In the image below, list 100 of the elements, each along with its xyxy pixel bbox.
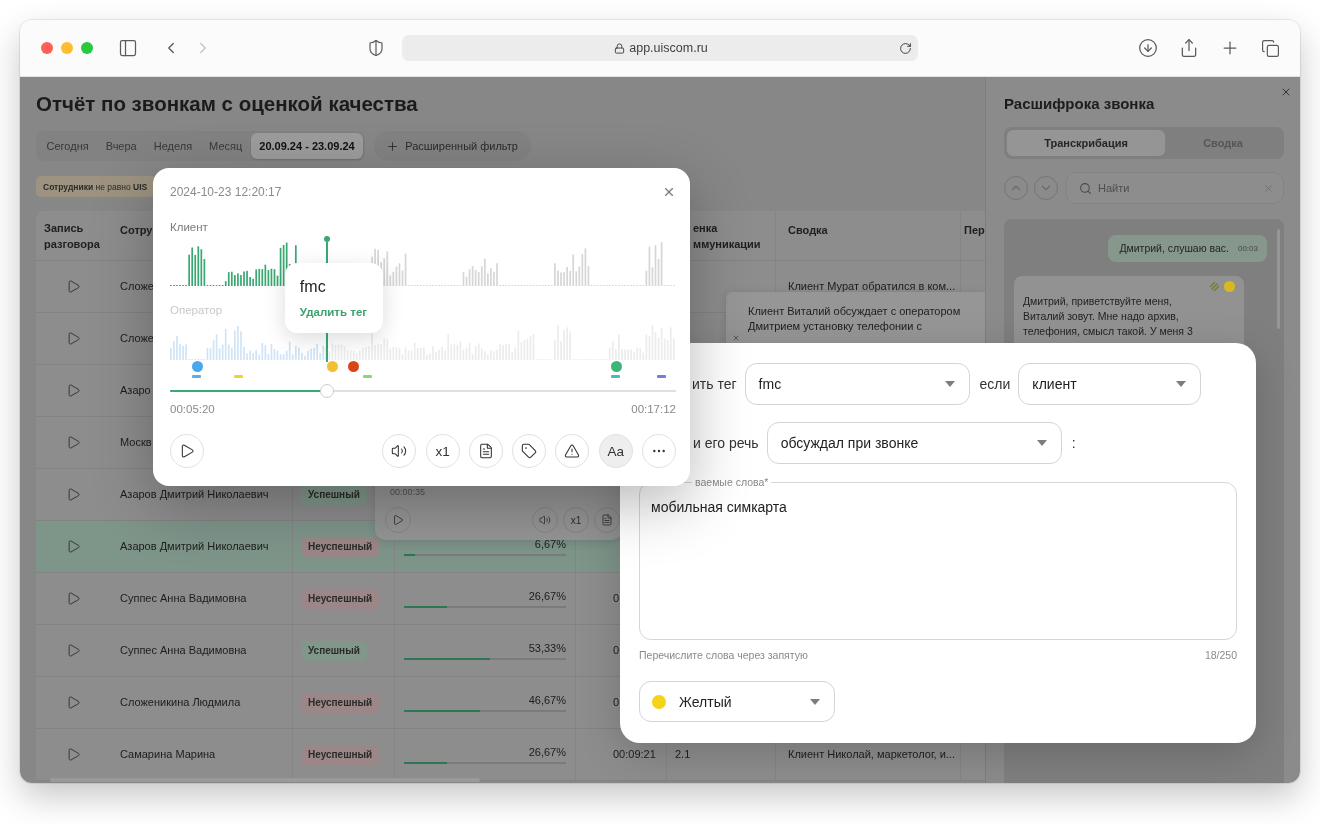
condition-select[interactable]: обсуждал при звонке (766, 422, 1062, 464)
panel-tab[interactable]: Транскрибация (1007, 130, 1165, 156)
share-icon[interactable] (1179, 38, 1199, 58)
status-badge: Неуспешный (301, 744, 380, 765)
employee-name: Сложеникина Людмила (120, 696, 241, 709)
char-counter: 18/250 (1204, 648, 1237, 662)
employee-name: Суппес Анна Вадимовна (120, 644, 247, 657)
close-icon[interactable] (1280, 86, 1292, 98)
lock-icon (614, 42, 626, 54)
zoom-window-button[interactable] (81, 42, 93, 54)
column-header: енка ммуникации (693, 221, 762, 252)
play-icon[interactable] (65, 643, 81, 658)
message-text: Дмитрий, приветствуйте меня, Виталий зовут. Мне надо архив, телефония, смысл такой. У меня 3 (1023, 294, 1194, 339)
close-icon[interactable] (662, 185, 676, 199)
status-badge: Неуспешный (301, 692, 380, 713)
duration-text: 0 (613, 592, 620, 605)
period-tab[interactable]: Неделя (145, 133, 201, 159)
column-header: Сводка (788, 223, 828, 238)
speed-button[interactable]: x1 (425, 434, 460, 468)
play-icon (392, 514, 404, 526)
call-date: 2024-10-23 12:20:17 (170, 184, 282, 200)
shield-icon[interactable] (367, 39, 385, 57)
period-tab[interactable]: 20.09.24 - 23.09.24 (250, 133, 364, 159)
status-badge: Успешный (301, 640, 367, 661)
close-window-button[interactable] (41, 42, 53, 54)
rating-value: 2.1 (675, 748, 691, 761)
field-label: и его речь (693, 435, 759, 451)
font-button[interactable]: Aa (598, 434, 633, 468)
slider-thumb[interactable] (319, 384, 334, 398)
minimize-window-button[interactable] (61, 42, 73, 54)
caret-icon (810, 698, 820, 705)
search-icon (1079, 181, 1092, 195)
search-field[interactable]: Найти (1066, 172, 1284, 204)
hint-text: Перечислите слова через запятую (639, 648, 808, 662)
tag-select[interactable]: fmc (744, 363, 970, 405)
remove-tag-link[interactable]: Удалить тег (299, 305, 368, 319)
speaker-icon (539, 514, 551, 526)
play-icon[interactable] (65, 487, 81, 502)
colon-label: : (1071, 435, 1076, 451)
elapsed-time: 00:05:20 (170, 402, 215, 416)
search-input[interactable]: Найти (1098, 182, 1257, 194)
tag-icon (521, 443, 538, 459)
column-header: Запись разговора (44, 221, 101, 252)
play-icon[interactable] (65, 435, 81, 450)
score-value: 26,67% (528, 589, 566, 603)
period-tab[interactable]: Месяц (200, 133, 251, 159)
employee-name: Сложе (120, 332, 154, 345)
tag-marker-icon[interactable] (327, 361, 339, 372)
color-select[interactable]: Желтый (639, 681, 835, 722)
tag-name: fmc (299, 277, 326, 297)
tag-button[interactable] (512, 434, 547, 468)
play-icon[interactable] (65, 279, 81, 294)
play-icon[interactable] (65, 591, 81, 606)
message-time: 00:03 (1237, 244, 1258, 253)
period-tab[interactable]: Вчера (97, 133, 146, 159)
employee-name: Самарина Марина (120, 748, 216, 761)
duration-text: 0 (613, 696, 620, 709)
download-icon[interactable] (1138, 38, 1158, 58)
summary-text: Клиент Мурат обратился в ком... (788, 280, 956, 293)
total-time: 00:17:12 (631, 402, 676, 416)
play-icon[interactable] (65, 747, 81, 762)
play-icon[interactable] (65, 695, 81, 710)
warning-button[interactable] (555, 434, 590, 468)
tag-marker-icon[interactable] (347, 361, 359, 372)
sidebar-icon[interactable] (118, 38, 138, 58)
play-icon[interactable] (65, 331, 81, 346)
filter-chip[interactable]: Сотрудники не равно UIS (36, 176, 157, 197)
address-bar[interactable]: app.uiscom.ru (402, 35, 918, 61)
document-icon (477, 443, 494, 459)
employee-name: Азаров Дмитрий Николаевич (120, 540, 269, 553)
score-value: 46,67% (528, 693, 566, 707)
tabs-icon[interactable] (1261, 38, 1280, 58)
keywords-input[interactable]: мобильная симкарта (651, 498, 1225, 628)
advanced-filter-button[interactable]: Расширенный фильтр (374, 131, 531, 161)
keywords-field[interactable]: ваемые слова* мобильная симкарта (639, 476, 1237, 640)
plus-icon (386, 139, 400, 153)
score-value: 53,33% (528, 641, 566, 655)
column-header: Пер (964, 223, 985, 238)
play-icon[interactable] (65, 539, 81, 554)
caret-icon (1036, 440, 1047, 446)
speaker-select[interactable]: клиент (1018, 363, 1202, 405)
horizontal-scrollbar[interactable] (50, 778, 480, 782)
tag-marker-icon[interactable] (192, 361, 204, 372)
status-badge: Успешный (301, 484, 367, 505)
status-badge: Неуспешный (301, 536, 380, 557)
score-value: 6,67% (534, 537, 566, 551)
stripes-icon (1209, 281, 1220, 292)
reload-icon[interactable] (899, 41, 912, 55)
field-label: ваемые слова* (694, 476, 770, 488)
period-tab[interactable]: Сегодня (38, 133, 98, 159)
employee-name: Суппес Анна Вадимовна (120, 592, 247, 605)
summary-text: Клиент Виталий обсуждает с оператором Дмитрием установку телефонии с (748, 304, 962, 334)
employee-name: Сложе (120, 280, 154, 293)
tag-marker-icon[interactable] (611, 361, 623, 372)
column-header: Сотру (120, 223, 153, 238)
play-icon[interactable] (65, 383, 81, 398)
field-label: ить тег (692, 376, 737, 392)
message-text: Дмитрий, слушаю вас. (1119, 241, 1229, 256)
document-icon (601, 514, 613, 526)
close-icon[interactable] (732, 334, 740, 342)
